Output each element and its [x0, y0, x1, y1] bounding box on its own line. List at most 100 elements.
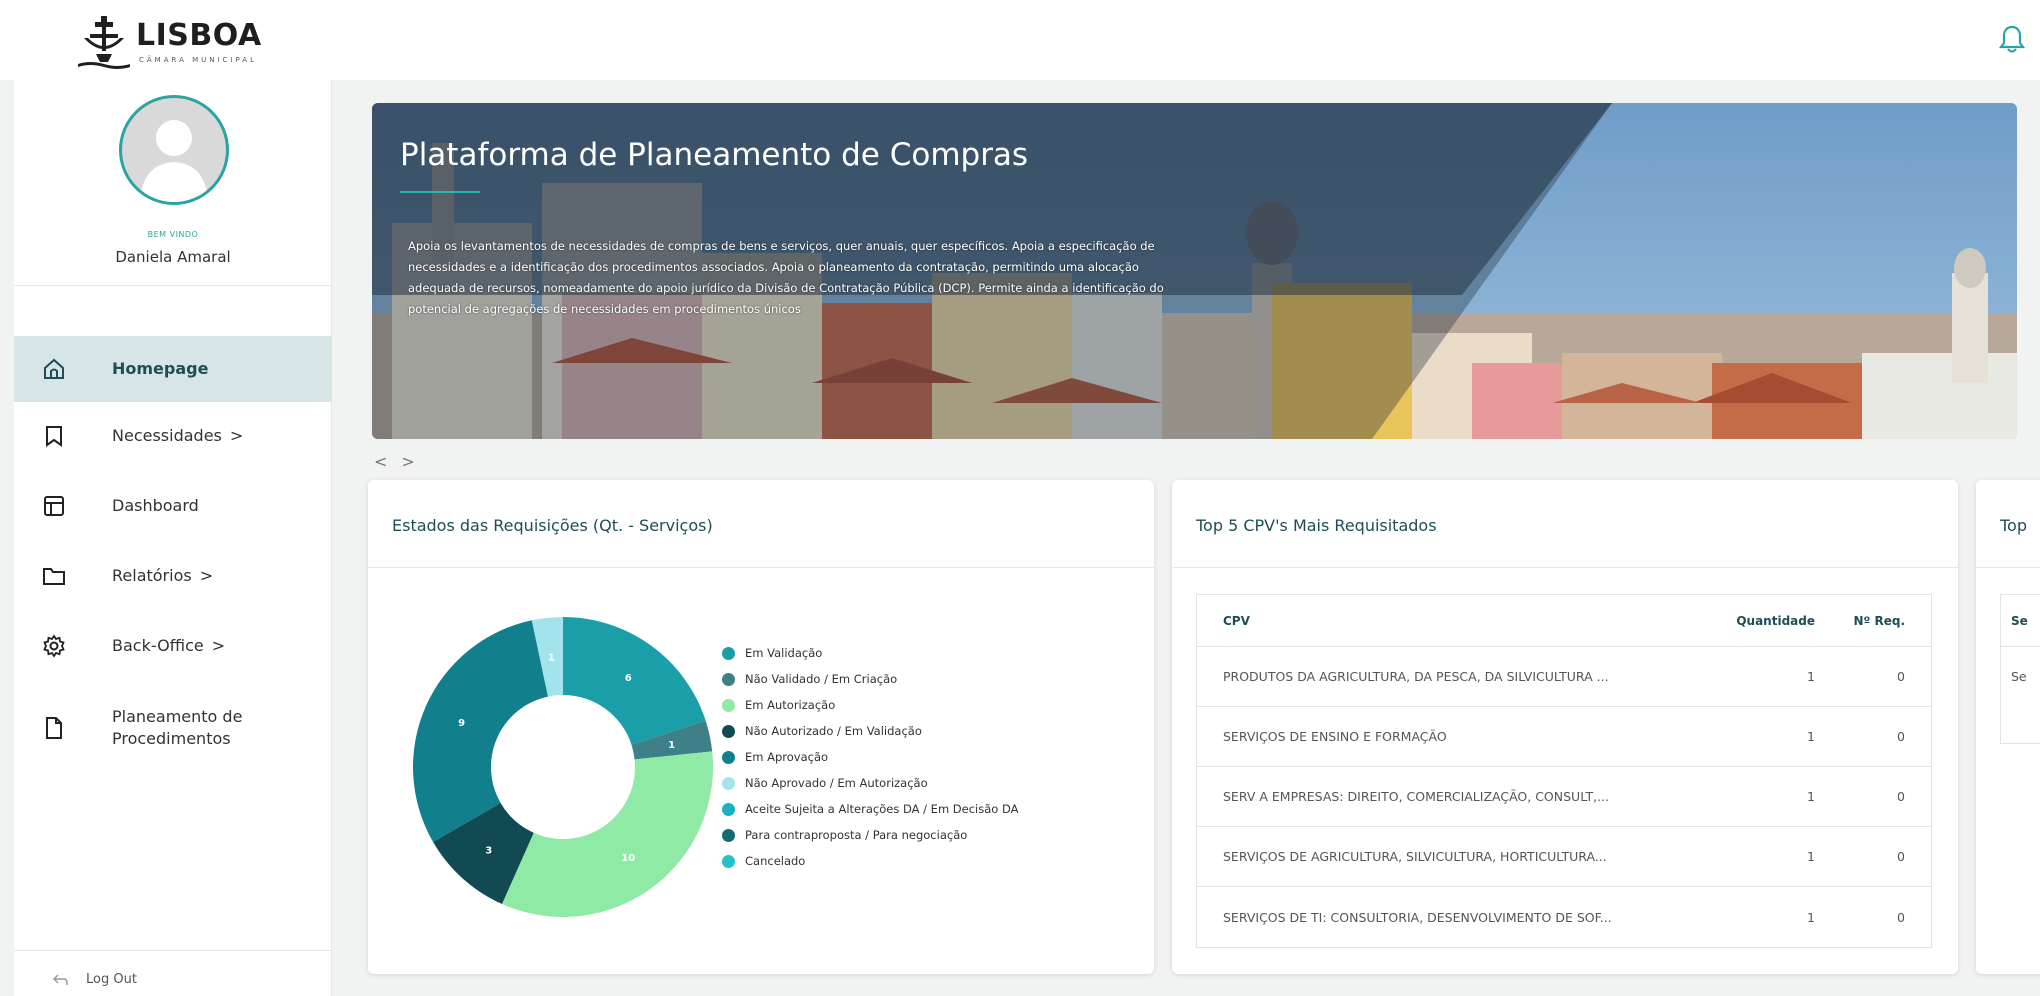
avatar[interactable] — [119, 95, 229, 205]
cell-req: 0 — [1897, 729, 1905, 744]
donut-slice-0[interactable] — [563, 617, 706, 745]
gear-icon — [43, 634, 65, 658]
table-row[interactable]: PRODUTOS DA AGRICULTURA, DA PESCA, DA SI… — [1197, 647, 1931, 707]
cell-cpv: SERV A EMPRESAS: DIREITO, COMERCIALIZAÇÃ… — [1223, 789, 1609, 804]
legend-item[interactable]: Não Validado / Em Criação — [722, 666, 1019, 692]
legend-item[interactable]: Não Aprovado / Em Autorização — [722, 770, 1019, 796]
donut-label-4: 9 — [458, 718, 465, 729]
user-placeholder-icon — [140, 120, 208, 202]
card-title: Top — [2000, 516, 2027, 535]
legend-item[interactable]: Em Autorização — [722, 692, 1019, 718]
table-row[interactable]: Se — [2001, 647, 2040, 707]
legend-dot — [722, 854, 735, 868]
donut-slice-2[interactable] — [501, 751, 713, 917]
lisboa-emblem-icon — [78, 16, 130, 69]
cell-cpv: SERVIÇOS DE AGRICULTURA, SILVICULTURA, H… — [1223, 849, 1607, 864]
carousel-next-button[interactable]: > — [401, 452, 414, 471]
legend-item[interactable]: Aceite Sujeita a Alterações DA / Em Deci… — [722, 796, 1019, 822]
donut-label-0: 6 — [625, 673, 632, 684]
donut-label-1: 1 — [668, 740, 675, 751]
divider — [14, 285, 332, 286]
cell-quantidade: 1 — [1807, 669, 1815, 684]
lisboa-logo[interactable]: LISBOA CÂMARA MUNICIPAL — [76, 14, 276, 70]
donut-label-5: 1 — [548, 653, 555, 664]
legend-item[interactable]: Em Validação — [722, 640, 1019, 666]
legend-item[interactable]: Não Autorizado / Em Validação — [722, 718, 1019, 744]
table-row[interactable]: SERVIÇOS DE AGRICULTURA, SILVICULTURA, H… — [1197, 827, 1931, 887]
divider — [14, 950, 332, 951]
third-table: Se Se — [2000, 594, 2040, 744]
notifications-bell-icon[interactable] — [1998, 24, 2026, 54]
home-icon — [44, 358, 64, 379]
user-name: Daniela Amaral — [115, 248, 231, 266]
sidebar-item-relatorios[interactable]: Relatórios > — [14, 543, 332, 609]
brand-name: LISBOA — [136, 18, 262, 53]
table-row[interactable]: SERVIÇOS DE TI: CONSULTORIA, DESENVOLVIM… — [1197, 887, 1931, 947]
cell-quantidade: 1 — [1807, 849, 1815, 864]
sidebar-item-label: Dashboard — [112, 496, 199, 515]
layout-icon — [44, 496, 64, 516]
column-header-quantidade[interactable]: Quantidade — [1687, 614, 1815, 628]
legend-item[interactable]: Cancelado — [722, 848, 1019, 874]
chart-legend: Em Validação Não Validado / Em Criação Em … — [722, 640, 1019, 874]
sidebar-item-label: Relatórios > — [112, 566, 214, 585]
legend-label: Não Aprovado / Em Autorização — [745, 776, 928, 790]
legend-dot — [722, 776, 735, 790]
card-title: Top 5 CPV's Mais Requisitados — [1196, 516, 1437, 535]
legend-label: Em Autorização — [745, 698, 836, 712]
cell-req: 0 — [1897, 849, 1905, 864]
donut-slice-4[interactable] — [413, 620, 549, 842]
sidebar: BEM VINDO Daniela Amaral Homepage Necess… — [14, 80, 332, 996]
table-row[interactable]: SERVIÇOS DE ENSINO E FORMAÇÃO 1 0 — [1197, 707, 1931, 767]
logout-icon — [52, 973, 68, 985]
column-header-req[interactable]: Nº Req. — [1815, 614, 1915, 628]
cell-cpv: PRODUTOS DA AGRICULTURA, DA PESCA, DA SI… — [1223, 669, 1609, 684]
card-header: Top 5 CPV's Mais Requisitados — [1172, 480, 1958, 568]
bookmark-icon — [46, 426, 62, 447]
legend-label: Não Autorizado / Em Validação — [745, 724, 922, 738]
legend-dot — [722, 802, 735, 816]
third-card: Top Se Se — [1976, 480, 2040, 974]
cell-quantidade: 1 — [1807, 909, 1815, 925]
donut-chart: 6 1 10 3 9 1 — [396, 600, 730, 934]
legend-item[interactable]: Para contraproposta / Para negociação — [722, 822, 1019, 848]
cell-quantidade: 1 — [1807, 729, 1815, 744]
legend-label: Cancelado — [745, 854, 806, 868]
sidebar-item-homepage[interactable]: Homepage — [14, 336, 332, 402]
sidebar-item-label: Planeamento de Procedimentos — [112, 707, 243, 748]
legend-dot — [722, 724, 735, 738]
sidebar-item-dashboard[interactable]: Dashboard — [14, 473, 332, 539]
legend-label: Em Aprovação — [745, 750, 829, 764]
table-row[interactable]: SERV A EMPRESAS: DIREITO, COMERCIALIZAÇÃ… — [1197, 767, 1931, 827]
column-header: Se — [2001, 595, 2040, 647]
sidebar-item-label: Back-Office > — [112, 636, 226, 655]
legend-dot — [722, 828, 735, 842]
legend-item[interactable]: Em Aprovação — [722, 744, 1019, 770]
carousel-prev-button[interactable]: < — [374, 452, 387, 471]
logout-button[interactable]: Log Out — [52, 972, 137, 987]
cell-cpv: SERVIÇOS DE ENSINO E FORMAÇÃO — [1223, 729, 1447, 744]
column-header-cpv[interactable]: CPV — [1197, 614, 1687, 628]
sidebar-item-back-office[interactable]: Back-Office > — [14, 613, 332, 679]
legend-dot — [722, 646, 735, 660]
cell-cpv: SERVIÇOS DE TI: CONSULTORIA, DESENVOLVIM… — [1223, 909, 1612, 925]
card-title: Estados das Requisições (Qt. - Serviços) — [392, 516, 713, 535]
banner-title: Plataforma de Planeamento de Compras — [400, 137, 1029, 173]
cell-req: 0 — [1897, 909, 1905, 925]
top-cpv-card: Top 5 CPV's Mais Requisitados CPV Quanti… — [1172, 480, 1958, 974]
legend-label: Em Validação — [745, 646, 823, 660]
sidebar-item-necessidades[interactable]: Necessidades > — [14, 403, 332, 469]
chevron-right-icon: > — [229, 426, 244, 445]
banner-description: Apoia os levantamentos de necessidades d… — [408, 239, 1164, 316]
chevron-right-icon: > — [199, 566, 214, 585]
card-header: Top — [1976, 480, 2040, 568]
legend-label: Aceite Sujeita a Alterações DA / Em Deci… — [745, 802, 1019, 816]
sidebar-item-label: Necessidades > — [112, 426, 244, 445]
states-card: Estados das Requisições (Qt. - Serviços)… — [368, 480, 1154, 974]
cell-quantidade: 1 — [1807, 789, 1815, 804]
top-bar: LISBOA CÂMARA MUNICIPAL — [0, 0, 2040, 80]
sidebar-item-planeamento[interactable]: Planeamento de Procedimentos — [14, 690, 332, 766]
sidebar-item-label: Homepage — [112, 359, 209, 378]
hero-banner: Plataforma de Planeamento de Compras Apo… — [372, 103, 2017, 439]
cpv-table: CPV Quantidade Nº Req. PRODUTOS DA AGRIC… — [1196, 594, 1932, 948]
